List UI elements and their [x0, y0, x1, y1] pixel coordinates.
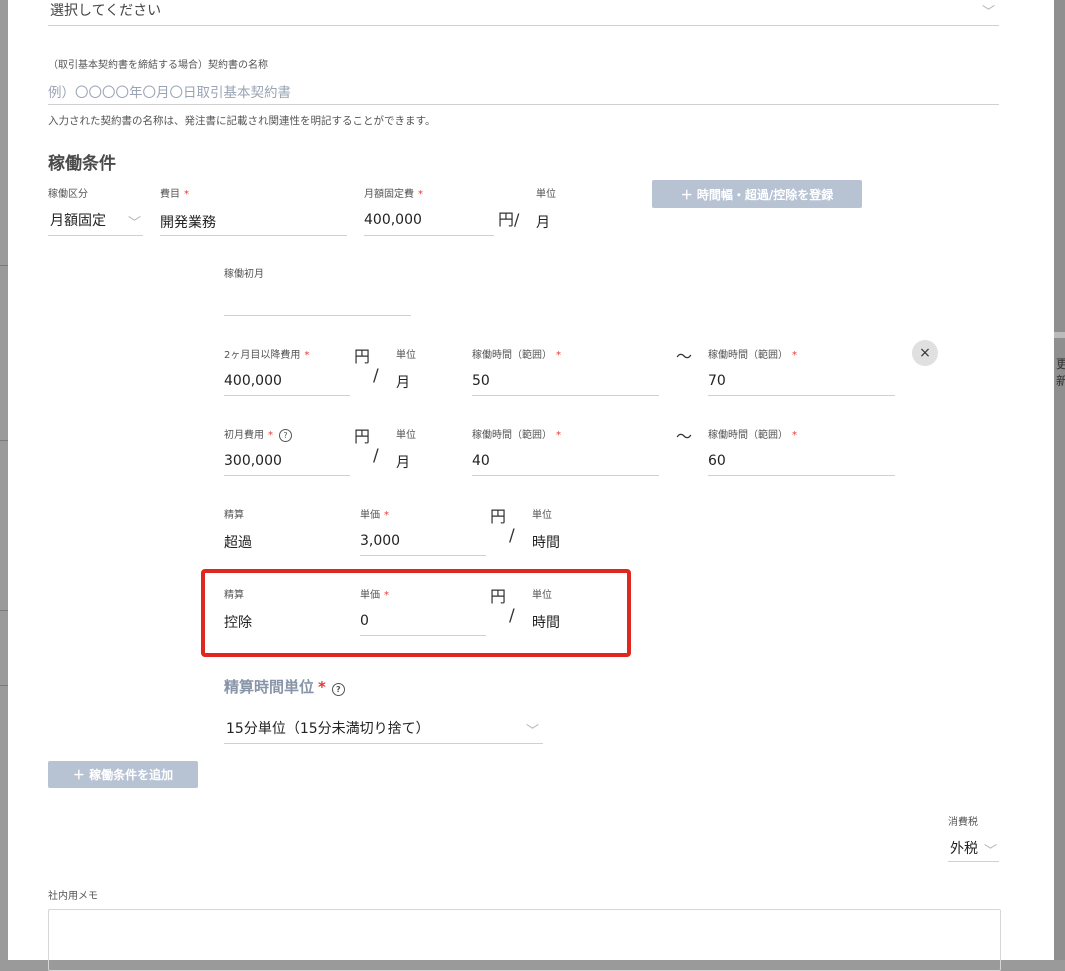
- start-month-label: 稼働初月: [224, 269, 264, 280]
- required-mark: *: [318, 678, 326, 696]
- fee-value: 400,000: [364, 212, 422, 228]
- fee-label: 月額固定費 *: [364, 189, 423, 200]
- settle-time-unit-value: 15分単位（15分未満切り捨て）: [226, 721, 430, 737]
- over-unit-value: 時間: [532, 535, 560, 551]
- settle-time-unit-select[interactable]: 15分単位（15分未満切り捨て） ﹀: [224, 713, 543, 744]
- settle-time-unit-title: 精算時間単位 *?: [224, 676, 345, 697]
- background-divider: [0, 610, 8, 611]
- required-mark: *: [268, 430, 273, 441]
- memo-label: 社内用メモ: [48, 891, 98, 902]
- range-end-input[interactable]: 70: [708, 365, 895, 396]
- tilde: 〜: [676, 427, 693, 446]
- kind-value: 月額固定: [50, 213, 106, 229]
- close-icon[interactable]: ×: [912, 340, 938, 366]
- required-mark: *: [184, 189, 189, 200]
- start-month-input[interactable]: [224, 285, 411, 316]
- help-icon[interactable]: ?: [279, 429, 292, 442]
- item-input[interactable]: 開発業務: [160, 205, 347, 236]
- contract-name-label: （取引基本契約書を締結する場合）契約書の名称: [48, 60, 268, 71]
- required-mark: *: [792, 430, 797, 441]
- contract-modal: [8, 0, 1054, 960]
- range-end-label: 稼働時間（範囲） *: [708, 350, 797, 361]
- contract-name-note: 入力された契約書の名称は、発注書に記載され関連性を明記することができます。: [48, 115, 436, 127]
- first-unit-value: 月: [396, 455, 410, 471]
- background-page: 更新: [1054, 0, 1065, 960]
- over-price-value: 3,000: [360, 533, 401, 549]
- tax-value: 外税: [950, 841, 978, 857]
- range-start-label: 稼働時間（範囲） *: [472, 350, 561, 361]
- item-label: 費目 *: [160, 189, 189, 200]
- second-fee-input[interactable]: 400,000: [224, 365, 350, 396]
- memo-textarea[interactable]: [48, 909, 1001, 971]
- first-fee-label: 初月費用 *?: [224, 426, 292, 442]
- range-start-value: 40: [472, 453, 490, 469]
- range-end-value: 60: [708, 453, 726, 469]
- background-text: 更新: [1056, 357, 1065, 388]
- settle-over-label: 精算: [224, 510, 244, 521]
- contract-name-placeholder: 例）〇〇〇〇年〇月〇日取引基本契約書: [48, 85, 291, 101]
- contract-select[interactable]: 選択してください ﹀: [48, 0, 999, 26]
- required-mark: *: [556, 350, 561, 361]
- unit-value: 月: [536, 215, 550, 231]
- chevron-down-icon: ﹀: [525, 724, 539, 739]
- required-mark: *: [556, 430, 561, 441]
- register-range-button[interactable]: ＋ 時間幅・超過/控除を登録: [652, 180, 862, 208]
- yen-symbol: 円: [354, 427, 371, 446]
- kind-select[interactable]: 月額固定 ﹀: [48, 205, 143, 236]
- second-fee-label: 2ヶ月目以降費用 *: [224, 350, 310, 361]
- range-end-input[interactable]: 60: [708, 445, 895, 476]
- required-mark: *: [304, 350, 310, 361]
- range-end-label: 稼働時間（範囲） *: [708, 430, 797, 441]
- range-end-value: 70: [708, 373, 726, 389]
- fee-input[interactable]: 400,000: [364, 205, 494, 236]
- background-divider: [0, 265, 8, 266]
- yen-symbol: 円: [354, 347, 371, 366]
- background-divider: [0, 440, 8, 441]
- chevron-down-icon: ﹀: [127, 216, 141, 231]
- first-unit-label: 単位: [396, 430, 416, 441]
- item-value: 開発業務: [160, 215, 216, 231]
- unit-label: 単位: [536, 189, 556, 200]
- over-price-input[interactable]: 3,000: [360, 525, 486, 556]
- tax-select[interactable]: 外税 ﹀: [948, 833, 999, 862]
- chevron-down-icon: ﹀: [981, 5, 995, 20]
- add-condition-button[interactable]: ＋ 稼働条件を追加: [48, 761, 198, 788]
- contract-select-placeholder: 選択してください: [50, 3, 162, 19]
- yen-symbol: 円: [490, 507, 507, 526]
- background-divider: [0, 685, 8, 686]
- slash: /: [373, 366, 379, 386]
- chevron-down-icon: ﹀: [983, 844, 997, 859]
- required-mark: *: [792, 350, 797, 361]
- required-mark: *: [418, 189, 423, 200]
- settle-over-value: 超過: [224, 535, 252, 551]
- background-bar: [1054, 332, 1065, 338]
- first-fee-input[interactable]: 300,000: [224, 445, 350, 476]
- help-icon[interactable]: ?: [331, 683, 345, 696]
- contract-name-input[interactable]: 例）〇〇〇〇年〇月〇日取引基本契約書: [48, 78, 999, 105]
- section-title: 稼働条件: [48, 154, 116, 174]
- over-price-label: 単価 *: [360, 510, 389, 521]
- yen-slash: 円/: [498, 210, 520, 229]
- kind-label: 稼働区分: [48, 189, 88, 200]
- second-unit-label: 単位: [396, 350, 416, 361]
- second-unit-value: 月: [396, 375, 410, 391]
- range-start-input[interactable]: 40: [472, 445, 659, 476]
- second-fee-value: 400,000: [224, 373, 282, 389]
- highlight-box: [201, 569, 631, 657]
- first-fee-value: 300,000: [224, 453, 282, 469]
- tilde: 〜: [676, 347, 693, 366]
- range-start-label: 稼働時間（範囲） *: [472, 430, 561, 441]
- required-mark: *: [384, 510, 389, 521]
- over-unit-label: 単位: [532, 510, 552, 521]
- slash: /: [509, 526, 515, 546]
- slash: /: [373, 446, 379, 466]
- tax-label: 消費税: [948, 817, 978, 828]
- range-start-value: 50: [472, 373, 490, 389]
- range-start-input[interactable]: 50: [472, 365, 659, 396]
